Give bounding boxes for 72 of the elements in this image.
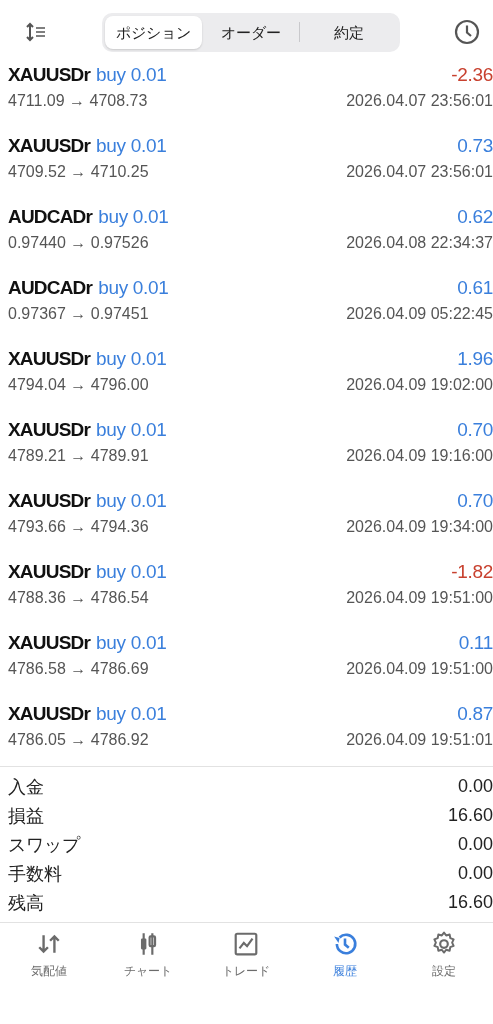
summary-value: 16.60 [447, 805, 493, 826]
nav-tab[interactable]: チャート [112, 931, 183, 980]
segment-tab[interactable]: ポジション [105, 15, 202, 49]
trade-volume: buy 0.01 [96, 419, 167, 441]
profit: 0.62 [457, 206, 493, 228]
symbol: XAUUSDr [8, 703, 91, 725]
trade-volume: buy 0.01 [96, 64, 167, 86]
timestamp: 2026.04.09 19:02:00 [346, 376, 493, 394]
trade-volume: buy 0.01 [96, 135, 167, 157]
timestamp: 2026.04.09 19:51:00 [346, 660, 493, 678]
timestamp: 2026.04.09 19:51:01 [346, 731, 493, 749]
price-range: 0.97367 → 0.97451 [8, 305, 149, 323]
timestamp: 2026.04.07 23:56:01 [346, 163, 493, 181]
profit: 0.70 [457, 490, 493, 512]
symbol: AUDCADr [8, 277, 93, 299]
trade-volume: buy 0.01 [96, 348, 167, 370]
segment-tab[interactable]: 約定 [300, 15, 397, 49]
price-range: 4793.66 → 4794.36 [8, 518, 149, 536]
profit: 1.96 [457, 348, 493, 370]
nav-tab[interactable]: トレード [211, 931, 282, 980]
nav-tab[interactable]: 設定 [408, 931, 479, 980]
timestamp: 2026.04.08 22:34:37 [346, 234, 493, 252]
trade-volume: buy 0.01 [96, 632, 167, 654]
profit: -1.82 [451, 561, 493, 583]
symbol: AUDCADr [8, 206, 93, 228]
timestamp: 2026.04.09 19:51:00 [346, 589, 493, 607]
price-range: 4711.09 → 4708.73 [8, 92, 148, 110]
price-range: 0.97440 → 0.97526 [8, 234, 149, 252]
price-range: 4794.04 → 4796.00 [8, 376, 149, 394]
timestamp: 2026.04.09 19:34:00 [346, 518, 493, 536]
price-range: 4709.52 → 4710.25 [8, 163, 149, 181]
line-chart-icon [233, 931, 260, 957]
trade-volume: buy 0.01 [96, 703, 167, 725]
summary-value: 0.00 [457, 863, 493, 884]
profit: 0.61 [457, 277, 493, 299]
timestamp: 2026.04.09 19:16:00 [346, 447, 493, 465]
symbol: XAUUSDr [8, 632, 91, 654]
symbol: XAUUSDr [8, 490, 91, 512]
profit: 0.11 [458, 632, 493, 654]
symbol: XAUUSDr [8, 419, 91, 441]
sort-icon[interactable] [24, 22, 48, 42]
history-icon [332, 931, 359, 957]
profit: 0.73 [457, 135, 493, 157]
summary-value: 0.00 [457, 834, 493, 855]
trade-volume: buy 0.01 [98, 277, 169, 299]
timestamp: 2026.04.09 05:22:45 [346, 305, 493, 323]
timestamp: 2026.04.07 23:56:01 [346, 92, 493, 110]
profit: 0.70 [457, 419, 493, 441]
summary-label: 残高 [8, 891, 44, 915]
profit: -2.36 [451, 64, 493, 86]
segment-tab[interactable]: オーダー [202, 15, 299, 49]
nav-tab[interactable]: 履歴 [310, 931, 381, 980]
summary-value: 16.60 [447, 892, 493, 913]
clock-icon[interactable] [454, 19, 480, 45]
summary-label: 入金 [8, 775, 44, 799]
price-range: 4786.58 → 4786.69 [8, 660, 149, 678]
symbol: XAUUSDr [8, 64, 91, 86]
trade-volume: buy 0.01 [98, 206, 169, 228]
summary-value: 0.00 [457, 776, 493, 797]
price-range: 4788.36 → 4786.54 [8, 589, 149, 607]
nav-tab[interactable]: 気配値 [14, 931, 85, 980]
price-range: 4786.05 → 4786.92 [8, 731, 149, 749]
price-range: 4789.21 → 4789.91 [8, 447, 149, 465]
symbol: XAUUSDr [8, 348, 91, 370]
trade-volume: buy 0.01 [96, 561, 167, 583]
trade-volume: buy 0.01 [96, 490, 167, 512]
profit: 0.87 [457, 703, 493, 725]
summary-label: 損益 [8, 804, 44, 828]
summary-label: 手数料 [8, 862, 62, 886]
symbol: XAUUSDr [8, 135, 91, 157]
symbol: XAUUSDr [8, 561, 91, 583]
summary-label: スワップ [8, 833, 80, 857]
